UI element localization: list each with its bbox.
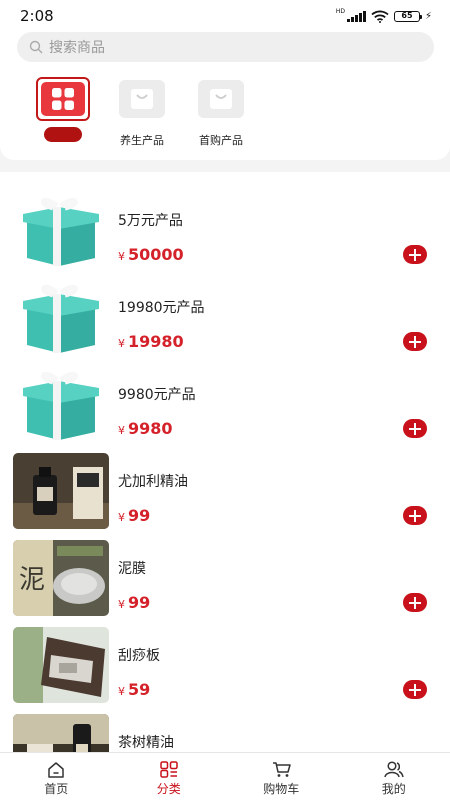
product-item[interactable]: 茶树精油 [0,706,450,752]
add-to-cart-button[interactable] [403,506,427,525]
tab-home[interactable]: 首页 [0,753,113,801]
plus-icon [409,684,421,696]
tab-profile[interactable]: 我的 [338,753,450,801]
plus-icon [409,597,421,609]
currency-symbol: ¥ [118,598,125,611]
search-placeholder: 搜索商品 [49,37,105,57]
product-name: 刮痧板 [118,645,160,665]
product-price: ¥19980 [118,332,184,351]
category-label: 养生产品 [102,132,182,148]
tab-label: 购物车 [225,780,338,797]
price-value: 99 [128,506,150,525]
product-item[interactable]: 刮痧板 ¥59 [0,619,450,706]
product-price: ¥99 [118,593,150,612]
tab-label: 我的 [338,780,450,797]
currency-symbol: ¥ [118,250,125,263]
currency-symbol: ¥ [118,424,125,437]
product-item[interactable]: 19980元产品 ¥19980 [0,271,450,358]
battery-level: 65 [395,11,419,20]
plus-icon [409,423,421,435]
product-image [13,279,109,355]
product-image [13,192,109,268]
plus-icon [409,510,421,522]
currency-symbol: ¥ [118,685,125,698]
product-image: 泥 [13,540,109,616]
price-value: 59 [128,680,150,699]
price-value: 99 [128,593,150,612]
bottom-tab-bar: 首页 分类 购物车 我的 [0,752,450,801]
add-to-cart-button[interactable] [403,332,427,351]
battery-icon: 65 [394,11,420,22]
add-to-cart-button[interactable] [403,245,427,264]
category-row: 全部 养生产品 首购产品 [0,80,450,156]
product-image [13,627,109,703]
hd-indicator-icon: HD [336,8,345,15]
product-price: ¥9980 [118,419,173,438]
tab-category[interactable]: 分类 [113,753,226,801]
product-image [13,714,109,752]
status-bar: 2:08 HD 65 ⚡ [0,0,450,32]
product-image [13,366,109,442]
status-icons: HD 65 ⚡ [336,10,432,23]
price-value: 19980 [128,332,184,351]
product-name: 5万元产品 [118,210,183,230]
home-icon [47,761,65,778]
status-time: 2:08 [20,7,54,25]
product-name: 尤加利精油 [118,471,188,491]
shopping-bag-icon [119,80,165,118]
tab-label: 首页 [0,780,113,797]
tab-cart[interactable]: 购物车 [225,753,338,801]
header-card: 搜索商品 全部 [0,32,450,160]
category-first-purchase[interactable]: 首购产品 [181,80,261,148]
signal-icon [347,11,366,22]
svg-text:泥: 泥 [19,565,45,595]
category-label: 首购产品 [181,132,261,148]
product-list[interactable]: 5万元产品 ¥50000 19980元产品 ¥19980 [0,172,450,752]
plus-icon [409,336,421,348]
category-icon [160,761,178,778]
plus-icon [409,249,421,261]
product-item[interactable]: 9980元产品 ¥9980 [0,358,450,445]
product-item[interactable]: 5万元产品 ¥50000 [0,184,450,271]
product-item[interactable]: 尤加利精油 ¥99 [0,445,450,532]
product-name: 茶树精油 [118,732,174,752]
product-name: 泥膜 [118,558,146,578]
add-to-cart-button[interactable] [403,593,427,612]
category-health[interactable]: 养生产品 [102,80,182,148]
search-icon [29,40,43,54]
grid-icon [41,82,85,116]
wifi-icon [371,10,389,23]
add-to-cart-button[interactable] [403,680,427,699]
search-input[interactable]: 搜索商品 [17,32,434,62]
price-value: 9980 [128,419,173,438]
currency-symbol: ¥ [118,511,125,524]
product-price: ¥59 [118,680,150,699]
add-to-cart-button[interactable] [403,419,427,438]
currency-symbol: ¥ [118,337,125,350]
product-name: 9980元产品 [118,384,196,404]
product-image [13,453,109,529]
product-item[interactable]: 泥 泥膜 ¥99 [0,532,450,619]
product-name: 19980元产品 [118,297,205,317]
category-label: 全部 [44,127,82,142]
user-icon [384,761,404,778]
product-price: ¥99 [118,506,150,525]
cart-icon [272,761,291,778]
tab-label: 分类 [113,780,226,797]
charging-icon: ⚡ [425,11,432,22]
price-value: 50000 [128,245,184,264]
shopping-bag-icon [198,80,244,118]
product-price: ¥50000 [118,245,184,264]
category-all[interactable]: 全部 [23,80,103,142]
